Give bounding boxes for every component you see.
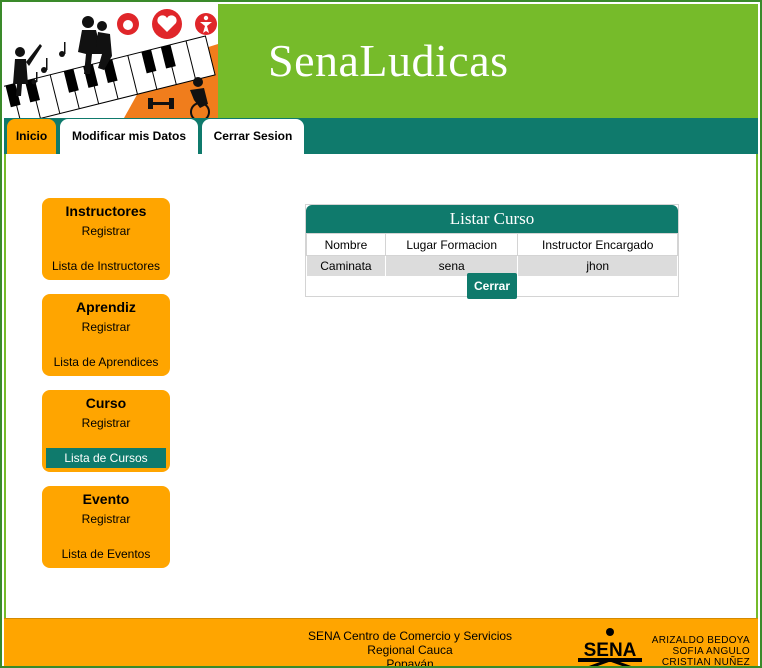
tab-inicio[interactable]: Inicio bbox=[7, 119, 56, 154]
lista-aprendices-link[interactable]: Lista de Aprendices bbox=[46, 352, 166, 372]
menu-title-curso: Curso bbox=[85, 395, 127, 411]
header: SenaLudicas bbox=[4, 4, 758, 118]
credits: ARIZALDO BEDOYA SOFIA ANGULO CRISTIAN NU… bbox=[644, 635, 750, 668]
listar-curso-panel: Listar Curso Nombre Lugar Formacion Inst… bbox=[305, 204, 679, 299]
cursos-table: Nombre Lugar Formacion Instructor Encarg… bbox=[306, 233, 678, 277]
app-window: SenaLudicas Inicio Modificar mis Datos C… bbox=[0, 0, 762, 668]
footer-line: Popayán bbox=[386, 657, 434, 668]
footer-address: SENA Centro de Comercio y Servicios Regi… bbox=[274, 629, 546, 668]
column-header-nombre: Nombre bbox=[306, 233, 386, 256]
menu-title-evento: Evento bbox=[82, 491, 130, 507]
header-illustration bbox=[4, 4, 218, 118]
cell-nombre: Caminata bbox=[306, 255, 386, 277]
table-header-row: Nombre Lugar Formacion Instructor Encarg… bbox=[306, 233, 678, 256]
sena-logo: SENA bbox=[578, 628, 642, 666]
footer-line: SENA Centro de Comercio y Servicios bbox=[307, 629, 513, 643]
registrar-instructor-link[interactable]: Registrar bbox=[42, 224, 170, 238]
cell-instructor-encargado: jhon bbox=[517, 255, 678, 277]
menu-evento: Evento Registrar Lista de Eventos bbox=[42, 486, 170, 568]
credit-name: SOFIA ANGULO bbox=[672, 646, 750, 657]
column-header-lugar-formacion: Lugar Formacion bbox=[384, 233, 519, 256]
menu-curso: Curso Registrar Lista de Cursos bbox=[42, 390, 170, 472]
menu-aprendiz: Aprendiz Registrar Lista de Aprendices bbox=[42, 294, 170, 376]
lista-cursos-link[interactable]: Lista de Cursos bbox=[46, 448, 166, 468]
cerrar-button[interactable]: Cerrar bbox=[467, 273, 517, 299]
menu-title-instructores: Instructores bbox=[65, 203, 147, 219]
menu-title-aprendiz: Aprendiz bbox=[76, 299, 136, 315]
registrar-evento-link[interactable]: Registrar bbox=[42, 512, 170, 526]
credit-name: ARIZALDO BEDOYA bbox=[651, 635, 750, 646]
sena-logo-text: SENA bbox=[584, 640, 637, 661]
footer-line: Regional Cauca bbox=[367, 643, 453, 657]
lista-instructores-link[interactable]: Lista de Instructores bbox=[46, 256, 166, 276]
lista-eventos-link[interactable]: Lista de Eventos bbox=[46, 544, 166, 564]
panel-title: Listar Curso bbox=[306, 205, 678, 233]
registrar-curso-link[interactable]: Registrar bbox=[42, 416, 170, 430]
main-content: Instructores Registrar Lista de Instruct… bbox=[4, 154, 758, 618]
credit-name: CRISTIAN NUÑEZ bbox=[661, 657, 750, 668]
site-title: SenaLudicas bbox=[268, 35, 509, 86]
registrar-aprendiz-link[interactable]: Registrar bbox=[42, 320, 170, 334]
tab-modificar-mis-datos[interactable]: Modificar mis Datos bbox=[60, 119, 198, 154]
footer: SENA Centro de Comercio y Servicios Regi… bbox=[4, 618, 758, 668]
column-header-instructor-encargado: Instructor Encargado bbox=[517, 233, 678, 256]
menu-instructores: Instructores Registrar Lista de Instruct… bbox=[42, 198, 170, 280]
tab-bar: Inicio Modificar mis Datos Cerrar Sesion bbox=[4, 118, 758, 154]
tab-cerrar-sesion[interactable]: Cerrar Sesion bbox=[202, 119, 304, 154]
